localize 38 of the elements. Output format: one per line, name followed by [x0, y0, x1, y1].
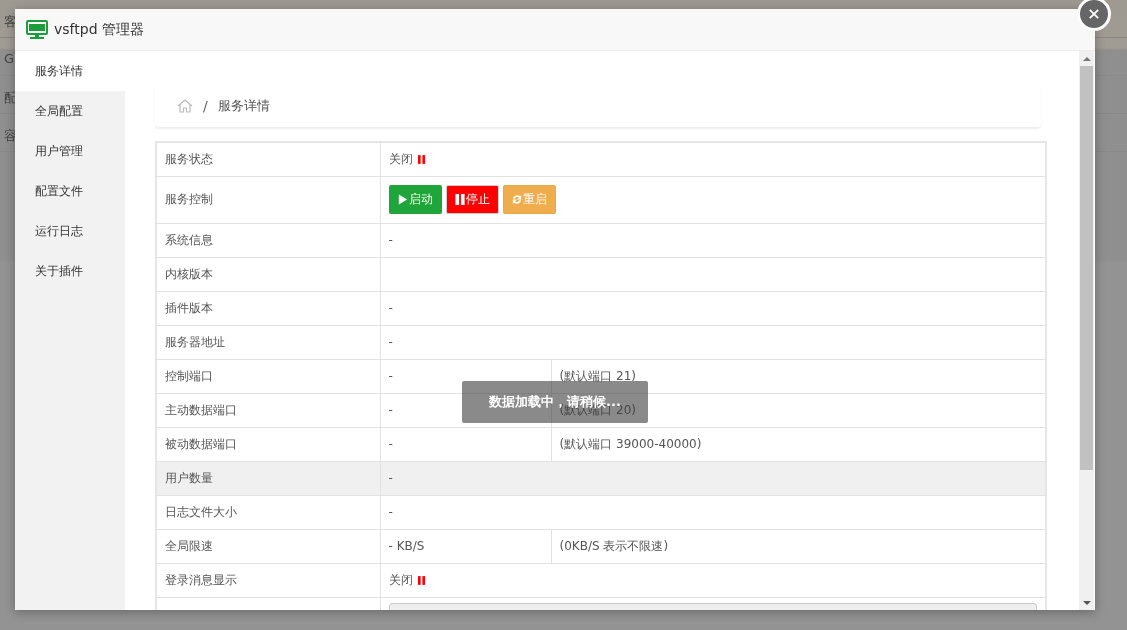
refresh-icon — [511, 194, 522, 205]
window-title: vsftpd 管理器 — [54, 20, 144, 39]
status-text: 关闭 — [388, 151, 413, 166]
breadcrumb-separator: / — [203, 98, 208, 114]
close-icon — [1088, 8, 1100, 20]
sidebar-item[interactable]: 用户管理 — [15, 131, 125, 171]
monitor-icon — [26, 19, 48, 40]
table-cell: 用户数量 — [156, 461, 380, 495]
table-cell: 服务器地址 — [156, 325, 380, 359]
table-cell: 内核版本 — [156, 257, 380, 291]
table-cell: 被动数据端口 — [156, 427, 380, 461]
background-text: 客 — [4, 14, 17, 29]
sidebar-item[interactable]: 运行日志 — [15, 211, 125, 251]
status-text: 关闭 — [388, 572, 413, 587]
background-text: 容 — [4, 128, 17, 143]
breadcrumb-current: 服务详情 — [217, 97, 270, 115]
table-cell: - — [380, 359, 551, 393]
scrollbar[interactable] — [1079, 51, 1094, 610]
table-cell: - — [380, 427, 551, 461]
table-cell: 插件版本 — [156, 291, 380, 325]
sidebar-item[interactable]: 关于插件 — [15, 251, 125, 291]
table-cell: 控制端口 — [156, 359, 380, 393]
pause-icon — [454, 194, 465, 205]
background-text: G — [4, 51, 15, 66]
table-cell: 日志文件大小 — [156, 495, 380, 529]
table-cell: 全局限速 — [156, 529, 380, 563]
table-cell: 服务状态 — [156, 142, 380, 176]
play-icon — [397, 194, 408, 205]
table-cell: 登录消息显示 — [156, 563, 380, 597]
sidebar-item[interactable]: 配置文件 — [15, 171, 125, 211]
sidebar-item[interactable]: 全局配置 — [15, 91, 125, 131]
table-cell: - KB/S — [380, 529, 551, 563]
service-stop-button[interactable]: 停止 — [445, 185, 499, 214]
home-icon[interactable] — [177, 98, 193, 114]
table-cell: 系统信息 — [156, 223, 380, 257]
table-cell: 服务控制 — [156, 176, 380, 223]
sidebar-item[interactable]: 服务详情 — [15, 51, 125, 91]
table-cell: 主动数据端口 — [156, 393, 380, 427]
